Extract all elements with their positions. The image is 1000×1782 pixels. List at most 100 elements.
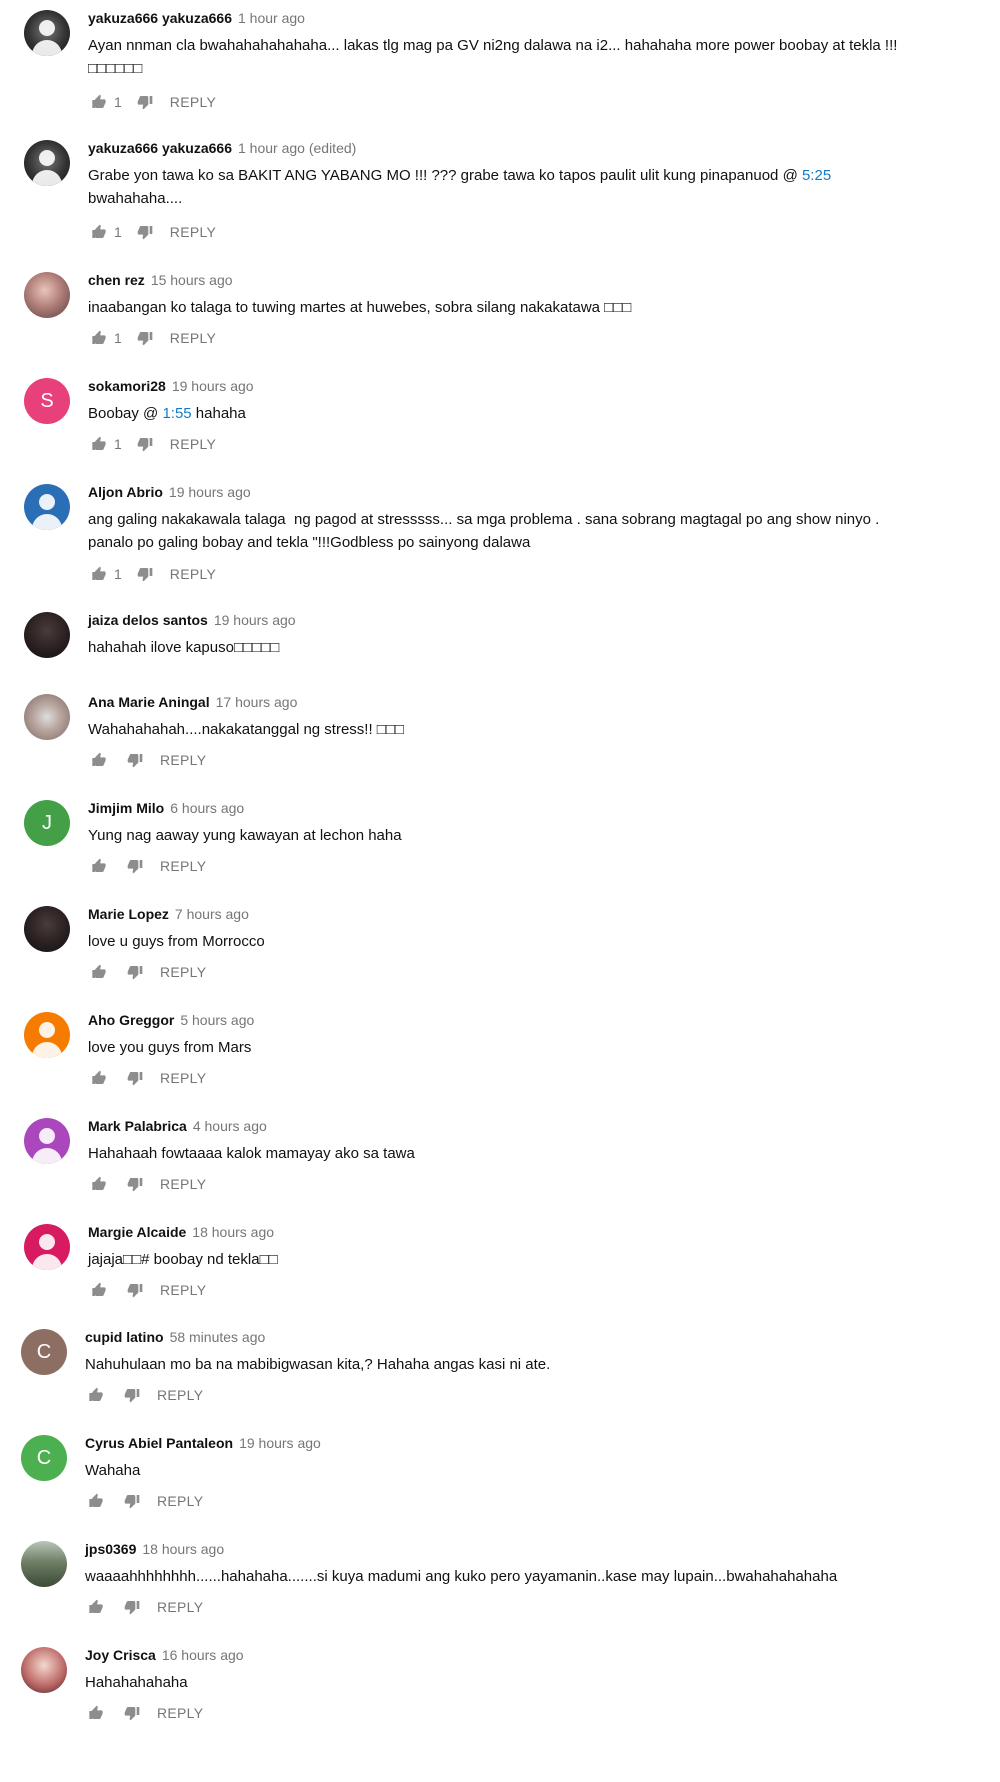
reply-button[interactable]: REPLY (160, 1282, 206, 1298)
reply-button[interactable]: REPLY (160, 1176, 206, 1192)
reply-button[interactable]: REPLY (170, 224, 216, 240)
author-name[interactable]: Margie Alcaide (88, 1224, 186, 1240)
author-name[interactable]: jps0369 (85, 1541, 136, 1557)
comment-time[interactable]: 5 hours ago (180, 1012, 254, 1028)
thumb-up-icon[interactable] (88, 328, 110, 348)
timestamp-link[interactable]: 1:55 (162, 405, 191, 422)
masked-person-photo-icon[interactable] (24, 10, 70, 56)
thumb-up-icon[interactable] (85, 1491, 107, 1511)
reply-button[interactable]: REPLY (160, 858, 206, 874)
author-name[interactable]: sokamori28 (88, 378, 166, 394)
comment-time[interactable]: 18 hours ago (142, 1541, 224, 1557)
reply-button[interactable]: REPLY (160, 964, 206, 980)
thumb-down-icon[interactable] (124, 1174, 146, 1194)
comment-meta: jps0369 18 hours ago (85, 1541, 224, 1557)
reply-button[interactable]: REPLY (170, 566, 216, 582)
thumb-up-icon[interactable] (88, 750, 110, 770)
reply-button[interactable]: REPLY (157, 1705, 203, 1721)
author-name[interactable]: Marie Lopez (88, 906, 169, 922)
default-person-icon[interactable] (24, 484, 70, 530)
avatar-letter[interactable]: J (24, 800, 70, 846)
masked-person-photo-icon[interactable] (24, 140, 70, 186)
avatar-letter[interactable]: S (24, 378, 70, 424)
user-photo-icon[interactable] (24, 906, 70, 952)
comment-time[interactable]: 4 hours ago (193, 1118, 267, 1134)
thumb-down-icon[interactable] (134, 434, 156, 454)
thumb-down-icon[interactable] (134, 222, 156, 242)
thumb-up-icon[interactable] (85, 1703, 107, 1723)
author-name[interactable]: Cyrus Abiel Pantaleon (85, 1435, 233, 1451)
comment-time[interactable]: 19 hours ago (214, 612, 296, 628)
reply-button[interactable]: REPLY (157, 1387, 203, 1403)
thumb-up-icon[interactable] (88, 856, 110, 876)
thumb-up-icon[interactable] (85, 1597, 107, 1617)
thumb-down-icon[interactable] (124, 750, 146, 770)
user-photo-icon[interactable] (24, 272, 70, 318)
thumb-up-icon[interactable] (85, 1385, 107, 1405)
comment-meta: chen rez 15 hours ago (88, 272, 233, 288)
author-name[interactable]: chen rez (88, 272, 145, 288)
author-name[interactable]: Mark Palabrica (88, 1118, 187, 1134)
thumb-up-icon[interactable] (88, 962, 110, 982)
thumb-down-icon[interactable] (121, 1703, 143, 1723)
default-person-icon[interactable] (24, 1224, 70, 1270)
reply-button[interactable]: REPLY (157, 1599, 203, 1615)
user-photo-icon[interactable] (24, 612, 70, 658)
comment-time[interactable]: 6 hours ago (170, 800, 244, 816)
reply-button[interactable]: REPLY (160, 1070, 206, 1086)
thumb-down-icon[interactable] (134, 564, 156, 584)
comment-time[interactable]: 19 hours ago (172, 378, 254, 394)
reply-button[interactable]: REPLY (170, 436, 216, 452)
comment-time[interactable]: 1 hour ago (238, 10, 305, 26)
author-name[interactable]: Aho Greggor (88, 1012, 174, 1028)
comment-time[interactable]: 15 hours ago (151, 272, 233, 288)
comment-time[interactable]: 16 hours ago (162, 1647, 244, 1663)
comment-time[interactable]: 18 hours ago (192, 1224, 274, 1240)
comment-time[interactable]: 7 hours ago (175, 906, 249, 922)
user-photo-icon[interactable] (21, 1647, 67, 1693)
like-count: 1 (114, 436, 122, 452)
thumb-down-icon[interactable] (121, 1385, 143, 1405)
author-name[interactable]: Joy Crisca (85, 1647, 156, 1663)
comment-text: Wahahahahah....nakakatanggal ng stress!!… (88, 721, 404, 738)
reply-button[interactable]: REPLY (170, 330, 216, 346)
reply-button[interactable]: REPLY (160, 752, 206, 768)
default-person-icon[interactable] (24, 1012, 70, 1058)
thumb-down-icon[interactable] (121, 1491, 143, 1511)
reply-button[interactable]: REPLY (170, 94, 216, 110)
author-name[interactable]: Aljon Abrio (88, 484, 163, 500)
author-name[interactable]: yakuza666 yakuza666 (88, 10, 232, 26)
thumb-down-icon[interactable] (134, 92, 156, 112)
avatar-letter[interactable]: C (21, 1435, 67, 1481)
comment-time[interactable]: 19 hours ago (169, 484, 251, 500)
thumb-down-icon[interactable] (134, 328, 156, 348)
default-person-icon[interactable] (24, 1118, 70, 1164)
comment-time[interactable]: 17 hours ago (216, 694, 298, 710)
comment-text: Grabe yon tawa ko sa BAKIT ANG YABANG MO… (88, 164, 930, 210)
thumb-up-icon[interactable] (88, 564, 110, 584)
comment-time[interactable]: 1 hour ago (edited) (238, 140, 356, 156)
thumb-down-icon[interactable] (124, 1068, 146, 1088)
reply-button[interactable]: REPLY (157, 1493, 203, 1509)
thumb-down-icon[interactable] (124, 962, 146, 982)
thumb-down-icon[interactable] (124, 856, 146, 876)
thumb-up-icon[interactable] (88, 1068, 110, 1088)
author-name[interactable]: jaiza delos santos (88, 612, 208, 628)
thumb-up-icon[interactable] (88, 434, 110, 454)
thumb-up-icon[interactable] (88, 92, 110, 112)
timestamp-link[interactable]: 5:25 (802, 167, 831, 184)
author-name[interactable]: Jimjim Milo (88, 800, 164, 816)
thumb-up-icon[interactable] (88, 1174, 110, 1194)
thumb-up-icon[interactable] (88, 222, 110, 242)
comment-time[interactable]: 58 minutes ago (170, 1329, 266, 1345)
thumb-up-icon[interactable] (88, 1280, 110, 1300)
landscape-photo-icon[interactable] (21, 1541, 67, 1587)
author-name[interactable]: yakuza666 yakuza666 (88, 140, 232, 156)
author-name[interactable]: Ana Marie Aningal (88, 694, 210, 710)
thumb-down-icon[interactable] (124, 1280, 146, 1300)
thumb-down-icon[interactable] (121, 1597, 143, 1617)
author-name[interactable]: cupid latino (85, 1329, 164, 1345)
comment-time[interactable]: 19 hours ago (239, 1435, 321, 1451)
ring-photo-icon[interactable] (24, 694, 70, 740)
avatar-letter[interactable]: C (21, 1329, 67, 1375)
